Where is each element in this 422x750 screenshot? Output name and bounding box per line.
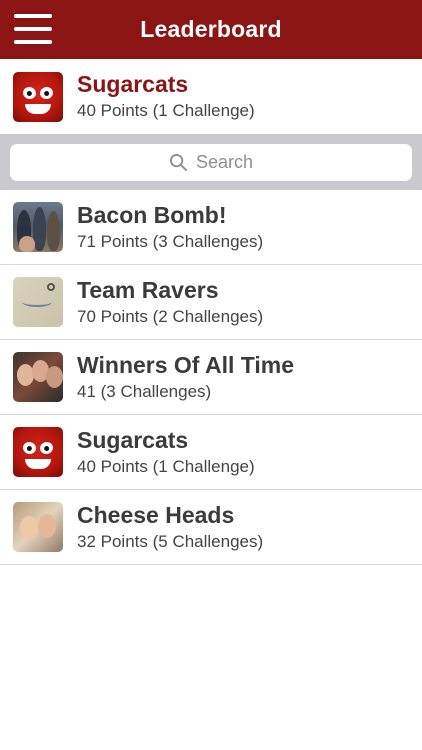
leaderboard-list: Bacon Bomb! 71 Points (3 Challenges) Tea… bbox=[0, 190, 422, 565]
team-avatar bbox=[13, 277, 63, 327]
team-avatar bbox=[13, 202, 63, 252]
team-points: 32 Points (5 Challenges) bbox=[77, 531, 264, 551]
my-team-row[interactable]: Sugarcats 40 Points (1 Challenge) bbox=[0, 59, 422, 134]
team-avatar bbox=[13, 502, 63, 552]
team-points: 40 Points (1 Challenge) bbox=[77, 456, 255, 476]
page-title: Leaderboard bbox=[140, 16, 282, 42]
team-points: 70 Points (2 Challenges) bbox=[77, 306, 264, 326]
team-points: 41 (3 Challenges) bbox=[77, 381, 212, 401]
my-team-points: 40 Points (1 Challenge) bbox=[77, 101, 255, 120]
team-avatar bbox=[13, 427, 63, 477]
search-input[interactable]: Search bbox=[10, 143, 412, 181]
list-item[interactable]: Sugarcats 40 Points (1 Challenge) bbox=[0, 415, 422, 490]
team-avatar bbox=[13, 71, 63, 122]
search-icon bbox=[169, 153, 188, 171]
team-points: 71 Points (3 Challenges) bbox=[77, 231, 264, 251]
team-name: Sugarcats bbox=[77, 426, 189, 453]
team-name: Bacon Bomb! bbox=[77, 201, 227, 228]
team-avatar bbox=[13, 352, 63, 402]
hamburger-menu-icon[interactable] bbox=[14, 14, 52, 44]
list-item[interactable]: Winners Of All Time 41 (3 Challenges) bbox=[0, 340, 422, 415]
list-item[interactable]: Bacon Bomb! 71 Points (3 Challenges) bbox=[0, 190, 422, 265]
search-placeholder: Search bbox=[195, 151, 254, 172]
list-item[interactable]: Cheese Heads 32 Points (5 Challenges) bbox=[0, 490, 422, 565]
team-name: Winners Of All Time bbox=[77, 351, 295, 378]
team-name: Team Ravers bbox=[77, 276, 219, 303]
search-bar: Search bbox=[0, 134, 422, 190]
my-team-name: Sugarcats bbox=[77, 71, 189, 97]
nav-bar: Leaderboard bbox=[0, 0, 422, 59]
team-name: Cheese Heads bbox=[77, 501, 235, 528]
list-item[interactable]: Team Ravers 70 Points (2 Challenges) bbox=[0, 265, 422, 340]
